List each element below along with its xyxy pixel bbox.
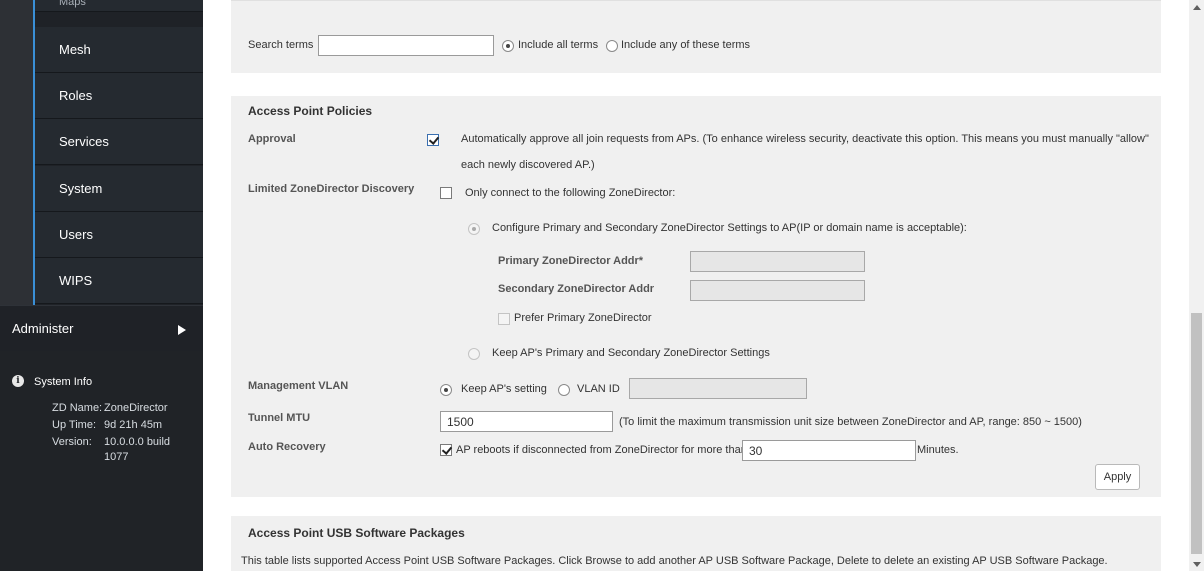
main-content: Search terms Include all terms Include a… [231,0,1162,571]
auto-recovery-checkbox[interactable] [440,444,452,456]
keep-ap-setting-label: Keep AP's setting [461,383,547,395]
system-info-panel: i System Info ZD Name: ZoneDirector Up T… [0,351,203,571]
sidebar-item-label: WIPS [59,273,93,288]
info-icon: i [12,375,24,387]
sidebar-accent-line [33,0,35,305]
prefer-primary-checkbox[interactable] [498,313,510,325]
usb-packages-panel: Access Point USB Software Packages This … [231,516,1161,571]
primary-zd-label: Primary ZoneDirector Addr* [498,255,644,267]
only-connect-checkbox[interactable] [440,187,452,199]
uptime-value: 9d 21h 45m [104,419,163,431]
primary-zd-input[interactable] [690,251,865,272]
version-build: 1077 [104,451,129,463]
ap-policies-panel: Access Point Policies Approval Automatic… [231,96,1161,497]
ap-policies-title: Access Point Policies [248,104,373,118]
tunnel-mtu-hint: (To limit the maximum transmission unit … [619,416,1082,428]
vlan-id-radio[interactable] [558,384,570,396]
configure-zd-radio[interactable] [468,223,480,235]
sidebar-item-label: System [59,181,103,196]
sidebar-item-mesh[interactable]: Mesh [35,27,203,73]
zd-name-key: ZD Name: [52,402,103,414]
scroll-thumb[interactable] [1191,313,1202,554]
sidebar-item-wips[interactable]: WIPS [35,258,203,304]
auto-recovery-minutes-input[interactable] [742,440,916,461]
minutes-label: Minutes. [917,444,959,456]
page-scrollbar[interactable] [1189,0,1204,571]
sidebar-item-users[interactable]: Users [35,212,203,258]
administer-label: Administer [12,321,74,336]
vlan-id-label: VLAN ID [577,383,620,395]
sidebar-item-label: Maps [59,0,86,8]
only-connect-label: Only connect to the following ZoneDirect… [465,187,676,199]
sidebar-administer[interactable]: Administer [0,305,203,351]
approval-text-cont: each newly discovered AP.) [461,159,595,171]
configure-zd-label: Configure Primary and Secondary ZoneDire… [492,222,967,234]
auto-recovery-text: AP reboots if disconnected from ZoneDire… [456,444,747,456]
approval-checkbox[interactable] [427,134,439,146]
sidebar-item-label: Users [59,227,93,242]
usb-packages-description: This table lists supported Access Point … [241,555,1108,567]
approval-label: Approval [248,133,296,145]
search-terms-label: Search terms [248,39,314,51]
auto-recovery-label: Auto Recovery [248,441,326,453]
sidebar: Maps Mesh Roles Services System Users WI… [0,0,203,571]
version-value: 10.0.0.0 build [104,436,171,448]
discovery-label: Limited ZoneDirector Discovery [248,183,415,195]
scroll-down-arrow-icon[interactable] [1193,562,1201,567]
vlan-id-input[interactable] [629,378,807,399]
caret-right-icon [178,325,186,335]
sidebar-item-label: Mesh [59,42,91,57]
keep-zd-settings-label: Keep AP's Primary and Secondary ZoneDire… [492,347,770,359]
include-any-radio[interactable] [606,40,618,52]
search-panel: Search terms Include all terms Include a… [231,0,1161,73]
tunnel-mtu-input[interactable] [440,411,613,432]
sidebar-item-services[interactable]: Services [35,119,203,165]
sidebar-item-maps[interactable]: Maps [35,0,203,12]
tunnel-mtu-label: Tunnel MTU [248,412,311,424]
keep-ap-setting-radio[interactable] [440,384,452,396]
sidebar-gutter [0,0,34,305]
include-all-radio[interactable] [502,40,514,52]
secondary-zd-label: Secondary ZoneDirector Addr [498,283,655,295]
sidebar-item-label: Roles [59,88,93,103]
usb-packages-title: Access Point USB Software Packages [248,526,465,540]
apply-button[interactable]: Apply [1095,464,1140,490]
include-all-label: Include all terms [518,39,599,51]
approval-text: Automatically approve all join requests … [461,133,1149,145]
system-info-title: System Info [34,376,93,388]
include-any-label: Include any of these terms [621,39,751,51]
version-key: Version: [52,436,92,448]
search-input[interactable] [318,35,494,56]
scroll-up-arrow-icon[interactable] [1193,5,1201,10]
keep-zd-settings-radio[interactable] [468,348,480,360]
sidebar-item-label: Services [59,134,109,149]
zd-name-value: ZoneDirector [104,402,168,414]
sidebar-item-roles[interactable]: Roles [35,73,203,119]
secondary-zd-input[interactable] [690,280,865,301]
sidebar-item-system[interactable]: System [35,166,203,212]
uptime-key: Up Time: [52,419,97,431]
prefer-primary-label: Prefer Primary ZoneDirector [514,312,652,324]
mgmt-vlan-label: Management VLAN [248,380,349,392]
